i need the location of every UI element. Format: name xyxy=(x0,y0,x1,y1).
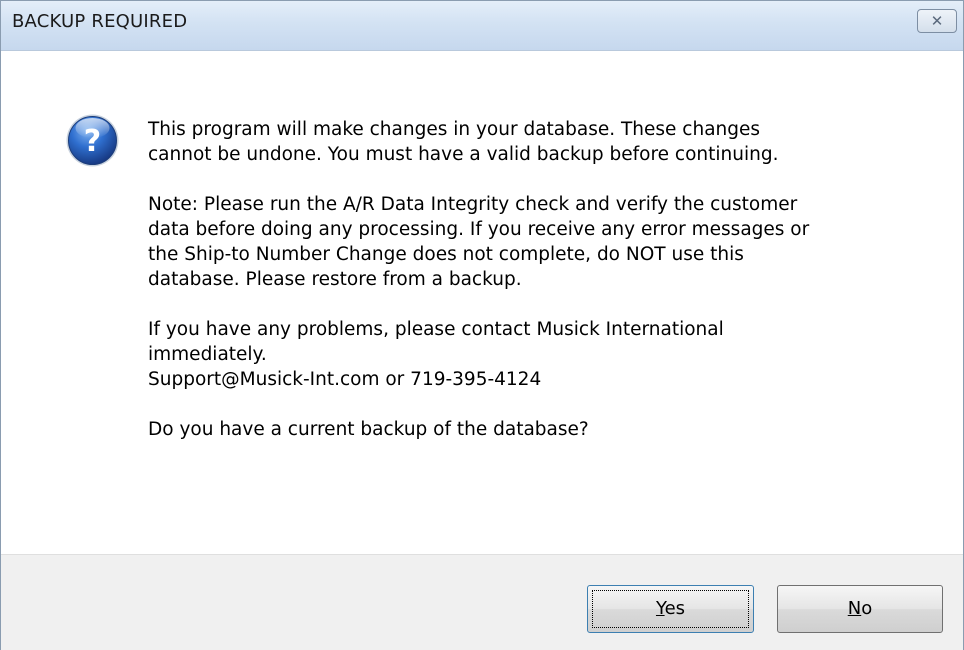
backup-required-dialog: BACKUP REQUIRED ✕ ? This program will ma… xyxy=(0,0,964,650)
message-text: This program will make changes in your d… xyxy=(148,117,928,467)
close-icon: ✕ xyxy=(930,12,944,30)
yes-button[interactable]: Yes xyxy=(587,585,754,633)
message-paragraph-4: Do you have a current backup of the data… xyxy=(148,417,928,442)
message-line: data before doing any processing. If you… xyxy=(148,219,810,240)
yes-button-label: Yes xyxy=(656,598,685,619)
dialog-body: ? This program will make changes in your… xyxy=(1,51,963,553)
message-line: Support@Musick-Int.com or 719-395-4124 xyxy=(148,369,542,390)
message-paragraph-3: If you have any problems, please contact… xyxy=(148,317,928,392)
message-line: Do you have a current backup of the data… xyxy=(148,419,589,440)
message-line: database. Please restore from a backup. xyxy=(148,269,522,290)
message-line: immediately. xyxy=(148,344,267,365)
close-button[interactable]: ✕ xyxy=(917,9,957,33)
no-rest: o xyxy=(861,598,873,619)
message-paragraph-2: Note: Please run the A/R Data Integrity … xyxy=(148,192,928,292)
message-line: If you have any problems, please contact… xyxy=(148,319,724,340)
svg-text:?: ? xyxy=(84,124,101,159)
yes-mnemonic: Y xyxy=(655,598,665,619)
yes-rest: es xyxy=(664,598,686,619)
button-bar: Yes No xyxy=(1,554,963,650)
message-paragraph-1: This program will make changes in your d… xyxy=(148,117,928,167)
message-line: This program will make changes in your d… xyxy=(148,119,761,140)
dialog-title: BACKUP REQUIRED xyxy=(12,11,188,32)
title-bar[interactable]: BACKUP REQUIRED ✕ xyxy=(1,1,963,51)
message-line: Note: Please run the A/R Data Integrity … xyxy=(148,194,798,215)
no-button[interactable]: No xyxy=(777,585,943,633)
question-icon: ? xyxy=(66,114,119,167)
message-line: cannot be undone. You must have a valid … xyxy=(148,144,779,165)
message-line: the Ship-to Number Change does not compl… xyxy=(148,244,744,265)
no-mnemonic: N xyxy=(847,598,862,619)
no-button-label: No xyxy=(848,598,872,619)
